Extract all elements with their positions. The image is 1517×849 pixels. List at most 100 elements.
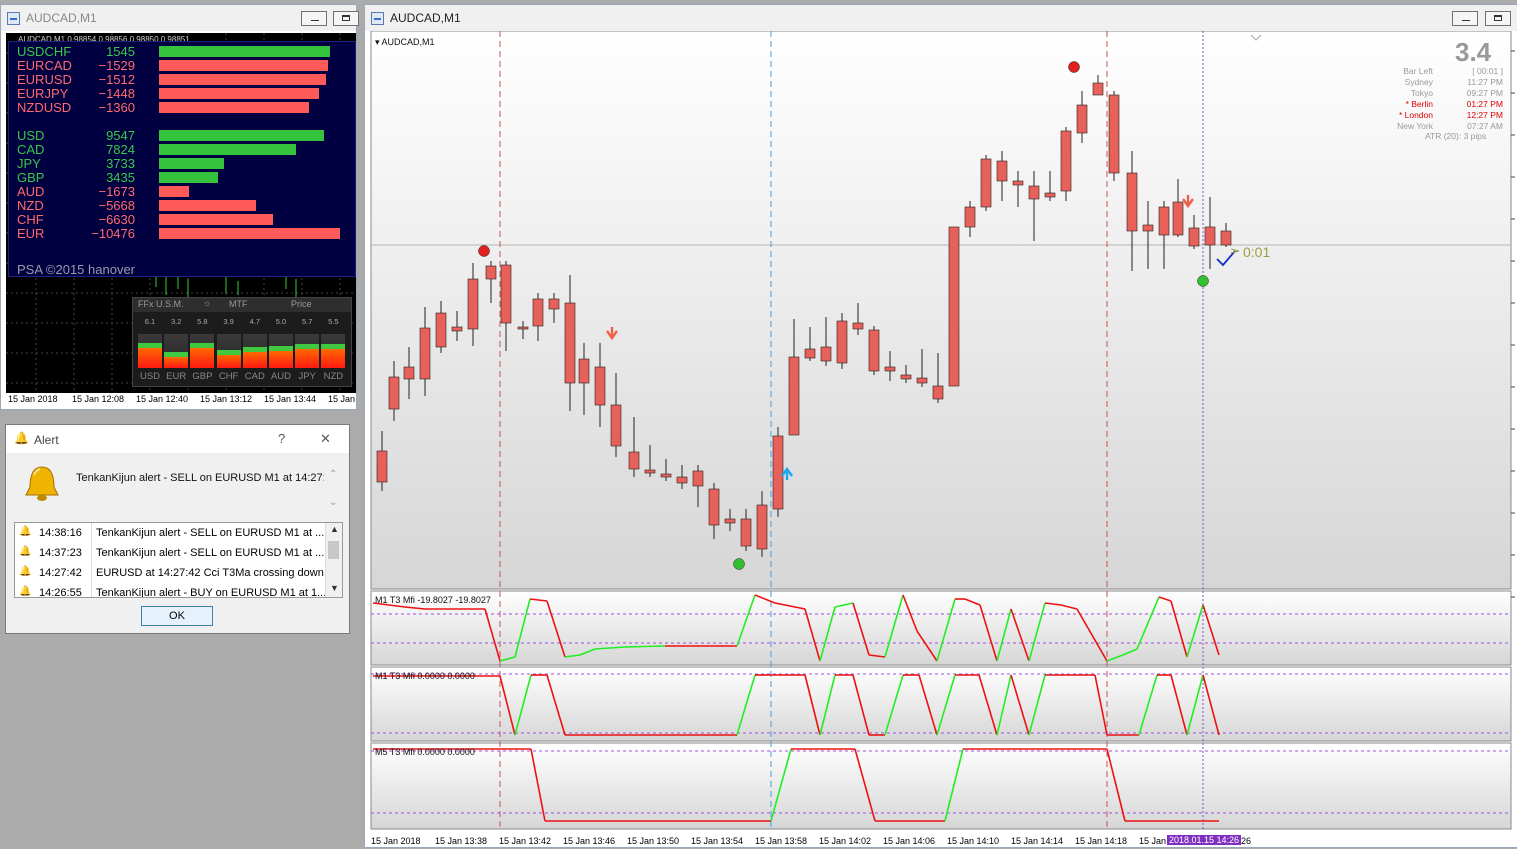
indicator-panel-1: [370, 590, 1512, 666]
usm-level-cap: [138, 343, 162, 348]
candle-body: [852, 322, 864, 330]
currency-value: 3435: [106, 170, 135, 185]
time-tick-label: 15 Jan 13:54: [691, 836, 744, 846]
alert-row-time: 14:38:16: [39, 527, 82, 539]
candle-body: [594, 366, 606, 406]
signal-circle-icon: [1197, 275, 1209, 287]
main-window-titlebar[interactable]: AUDCAD,M1: [365, 5, 1517, 31]
time-tick-label: 15 Jan 13:12: [200, 394, 253, 404]
alert-row-time: 14:37:23: [39, 547, 82, 559]
alert-row-time: 14:26:55: [39, 587, 82, 598]
minimize-button[interactable]: [1452, 11, 1478, 26]
usm-tab-mtf[interactable]: MTF: [229, 299, 248, 309]
ok-button[interactable]: OK: [141, 606, 213, 626]
candle-body: [868, 329, 880, 372]
list-scroll-up-icon[interactable]: ▲: [330, 524, 339, 534]
time-tick-label: 15 Jan 12:08: [72, 394, 125, 404]
usm-tab-ffx[interactable]: FFx U.S.M.: [138, 299, 184, 309]
alert-titlebar[interactable]: 🔔 Alert ? ✕: [6, 425, 349, 453]
usm-value: 3.2: [170, 317, 182, 326]
minimize-button[interactable]: [301, 11, 327, 26]
session-info-row: * Berlin 01:27 PM: [1375, 99, 1505, 110]
candle-body: [916, 377, 928, 384]
list-scroll-down-icon[interactable]: ▼: [330, 583, 339, 593]
usm-level-cap: [190, 343, 215, 348]
message-scrollbar[interactable]: ⌃ ⌄: [327, 469, 339, 515]
chart-window-icon: [7, 11, 20, 25]
signal-circle-icon: [478, 245, 490, 257]
currency-name: CHF: [17, 212, 44, 227]
currency-value: −10476: [91, 226, 135, 241]
help-button[interactable]: ?: [278, 431, 285, 446]
usm-level-fill: [190, 348, 215, 368]
alert-row[interactable]: 🔔 14:26:55 TenkanKijun alert - BUY on EURU…: [15, 583, 326, 598]
candle-body: [403, 366, 415, 380]
alert-row-text: EURUSD at 14:27:42 Cci T3Ma crossing dow…: [96, 567, 324, 579]
alert-row[interactable]: 🔔 14:38:16 TenkanKijun alert - SELL on EUR…: [15, 523, 325, 543]
usm-tab-price[interactable]: Price: [291, 299, 312, 309]
usm-level-fill: [138, 348, 162, 368]
alert-title: Alert: [34, 433, 59, 447]
pair-value: −1448: [98, 86, 135, 101]
maximize-button[interactable]: [333, 11, 359, 26]
strength-panel: USDCHF 1545 EURCAD −1529 EURUSD −1512 EURJPY −1…: [8, 41, 356, 277]
indicator3-label: M5 T3 Mfi 0.0000 0.0000: [375, 747, 475, 757]
main-time-axis: 2018.01.15 14:26 26 15 Jan 2018 15 Jan 13:3…: [371, 835, 1511, 849]
session-value: 11:27 PM: [1467, 77, 1503, 87]
list-scrollbar[interactable]: ▲ ▼: [325, 523, 342, 597]
dropdown-triangle-icon[interactable]: ▾: [375, 37, 380, 47]
left-chart-area[interactable]: AUDCAD,M1 0.98854 0.98856 0.98850 0.9885…: [6, 33, 356, 393]
list-scroll-thumb[interactable]: [328, 541, 339, 559]
left-window-titlebar[interactable]: AUDCAD,M1: [1, 5, 359, 31]
session-label: * London: [1398, 110, 1433, 120]
alert-dialog: 🔔 Alert ? ✕ TenkanKijun alert - SELL on …: [5, 424, 350, 634]
maximize-button[interactable]: [1485, 11, 1511, 26]
candle-body: [1108, 94, 1120, 174]
column-divider: [91, 543, 92, 563]
usm-level-cell: [321, 334, 346, 368]
close-button[interactable]: ✕: [320, 431, 331, 447]
usm-level-fill: [269, 351, 293, 368]
usm-level-cell: [216, 334, 241, 368]
left-time-axis: 15 Jan 2018 15 Jan 12:08 15 Jan 12:40 15 Ja…: [6, 393, 356, 407]
candle-body: [628, 451, 640, 470]
usm-level-cell: [190, 334, 215, 368]
candle-body: [1092, 82, 1104, 96]
indicator1-label: M1 T3 Mfi -19.8027 -19.8027: [375, 595, 491, 605]
time-tick-label: 15 Jan 12:40: [136, 394, 189, 404]
pair-value: −1529: [98, 58, 135, 73]
candle-body: [1158, 206, 1170, 236]
candle-body: [772, 435, 784, 510]
atr-label: ATR (20): 3 pips: [1425, 131, 1487, 141]
candle-body: [517, 326, 529, 330]
indicator-line: [624, 645, 666, 648]
usm-panel: FFx U.S.M. ☼ MTF Price 6.1 USD 3.2 EUR 5.8 GB…: [132, 297, 352, 387]
pair-strength-bar: [159, 102, 309, 113]
usm-level-cell: [164, 334, 189, 368]
usm-level-cell: [269, 334, 293, 368]
main-chart-window: AUDCAD,M1 ▾ AUDCAD,M1 3.4 Bar Left [ 00:0…: [364, 4, 1517, 848]
usm-value: 5.8: [197, 317, 208, 326]
main-chart-canvas[interactable]: [365, 31, 1517, 849]
usm-level-fill: [164, 357, 189, 368]
candle-body: [1076, 104, 1088, 134]
candle-body: [485, 265, 497, 280]
indicator-panel-3: [370, 742, 1512, 830]
candle-body: [1220, 230, 1232, 246]
currency-strength-bar: [159, 200, 256, 211]
left-window-title: AUDCAD,M1: [26, 11, 97, 25]
candle-body: [692, 470, 704, 487]
usm-currency-label: USD: [139, 371, 161, 382]
usm-currency-label: GBP: [192, 371, 213, 382]
time-tick-label: 15 Jan 13:58: [755, 836, 808, 846]
bell-icon: 🔔: [19, 546, 32, 557]
alert-row[interactable]: 🔔 14:27:42 EURUSD at 14:27:42 Cci T3Ma cro…: [15, 563, 325, 583]
candle-body: [1172, 201, 1184, 236]
usm-level-cell: [295, 334, 320, 368]
candle-body: [419, 327, 431, 380]
scroll-up-icon[interactable]: ⌃: [329, 469, 337, 480]
pair-name: USDCHF: [17, 44, 72, 59]
settings-gear-icon[interactable]: ☼: [203, 298, 211, 308]
scroll-down-icon[interactable]: ⌄: [329, 497, 337, 508]
alert-row[interactable]: 🔔 14:37:23 TenkanKijun alert - SELL on EUR…: [15, 543, 325, 563]
